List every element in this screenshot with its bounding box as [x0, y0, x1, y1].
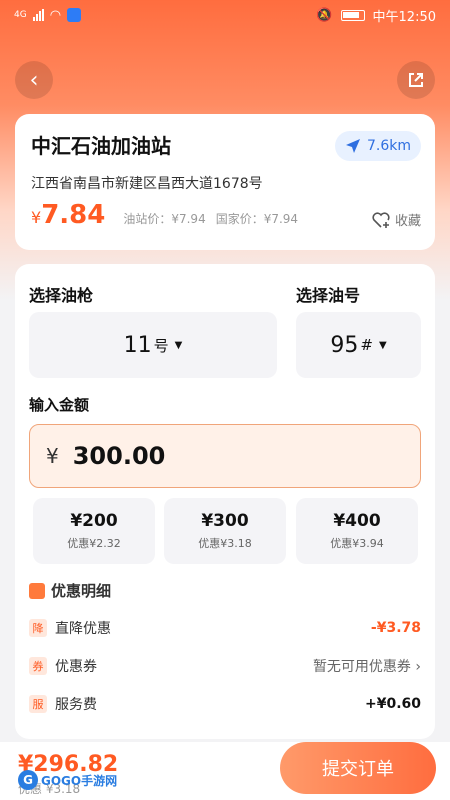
service-label: 服务费: [55, 697, 97, 713]
grade-title: 选择油号: [296, 286, 361, 305]
favorite-label: 收藏: [394, 214, 421, 229]
caret-down-icon: ▼: [174, 339, 183, 351]
preset-amount: ¥400: [333, 511, 381, 531]
network-label: 4G: [14, 10, 27, 20]
preset-amount: ¥300: [201, 511, 249, 531]
discount-tag: 降: [29, 619, 47, 637]
discount-detail-title: 优惠明细: [29, 580, 111, 601]
wifi-icon: ◠: [49, 7, 62, 23]
discount-detail-label: 优惠明细: [51, 582, 112, 600]
gun-title: 选择油枪: [29, 286, 94, 305]
navigate-button[interactable]: 7.6km: [334, 131, 421, 161]
coupon-value: 暂无可用优惠券: [312, 659, 411, 675]
favorite-button[interactable]: 收藏: [371, 210, 421, 229]
preset-discount: 优惠¥3.18: [198, 537, 252, 550]
service-tag: 服: [29, 695, 47, 713]
discount-value: -¥3.78: [370, 620, 421, 636]
mute-icon: 🔕: [316, 7, 333, 23]
logo-icon: G: [18, 770, 38, 790]
station-address: 江西省南昌市新建区昌西大道1678号: [31, 176, 263, 192]
share-icon: [409, 73, 423, 87]
signal-icon: [32, 9, 44, 21]
status-time: 中午12:50: [372, 9, 436, 25]
distance-label: 7.6km: [366, 138, 411, 154]
battery-icon: [340, 9, 365, 21]
watermark-logo: G GOGO手游网: [18, 770, 117, 790]
thumbs-up-icon: [29, 582, 45, 599]
discount-row-direct: 降 直降优惠 -¥3.78: [29, 616, 421, 640]
preset-discount: 优惠¥3.94: [330, 537, 384, 550]
amount-value: 300.00: [72, 442, 166, 470]
navigation-arrow-icon: [345, 139, 360, 153]
service-fee-row: 服 服务费 +¥0.60: [29, 692, 421, 716]
preset-amount-200[interactable]: ¥200 优惠¥2.32: [33, 498, 155, 564]
amount-currency: ¥: [46, 444, 59, 468]
heart-add-icon: [372, 211, 390, 228]
chevron-left-icon: ‹: [29, 67, 39, 93]
watermark-text: GOGO手游网: [41, 773, 118, 788]
service-value: +¥0.60: [364, 696, 421, 712]
preset-amount-300[interactable]: ¥300 优惠¥3.18: [164, 498, 286, 564]
discount-label: 直降优惠: [55, 621, 111, 637]
coupon-label: 优惠券: [55, 659, 97, 675]
submit-label: 提交订单: [322, 759, 394, 780]
amount-input[interactable]: ¥ 300.00: [29, 424, 421, 488]
share-button[interactable]: [397, 61, 435, 99]
coupon-row[interactable]: 券 优惠券 暂无可用优惠券 ›: [29, 654, 421, 678]
submit-order-button[interactable]: 提交订单: [280, 742, 436, 794]
gun-select[interactable]: 11 号 ▼: [29, 312, 277, 378]
grade-suffix: #: [360, 336, 373, 354]
amount-title: 输入金额: [29, 396, 90, 414]
price-row: ¥ 7.84 油站价：¥7.94 国家价：¥7.94: [31, 200, 308, 230]
preset-amount-400[interactable]: ¥400 优惠¥3.94: [296, 498, 418, 564]
national-price: 国家价：¥7.94: [215, 212, 299, 226]
chevron-right-icon: ›: [415, 659, 421, 675]
preset-amount: ¥200: [70, 511, 118, 531]
order-card: 选择油枪 选择油号 11 号 ▼ 95 # ▼ 输入金额 ¥ 300.00 ¥2…: [15, 264, 435, 739]
shield-icon: [67, 8, 82, 22]
back-button[interactable]: ‹: [15, 61, 53, 99]
station-price: 油站价：¥7.94: [123, 212, 206, 226]
caret-down-icon: ▼: [378, 339, 387, 351]
grade-value: 95: [330, 332, 359, 358]
status-bar: 4G ◠ 🔕 中午12:50: [0, 0, 450, 30]
price-symbol: ¥: [31, 208, 42, 227]
gun-value: 11: [123, 332, 152, 358]
grade-select[interactable]: 95 # ▼: [296, 312, 421, 378]
coupon-tag: 券: [29, 657, 47, 675]
gun-suffix: 号: [153, 336, 169, 355]
fuel-price: 7.84: [41, 200, 106, 230]
station-card: 中汇石油加油站 7.6km 江西省南昌市新建区昌西大道1678号 ¥ 7.84 …: [15, 114, 435, 250]
preset-discount: 优惠¥2.32: [67, 537, 121, 550]
